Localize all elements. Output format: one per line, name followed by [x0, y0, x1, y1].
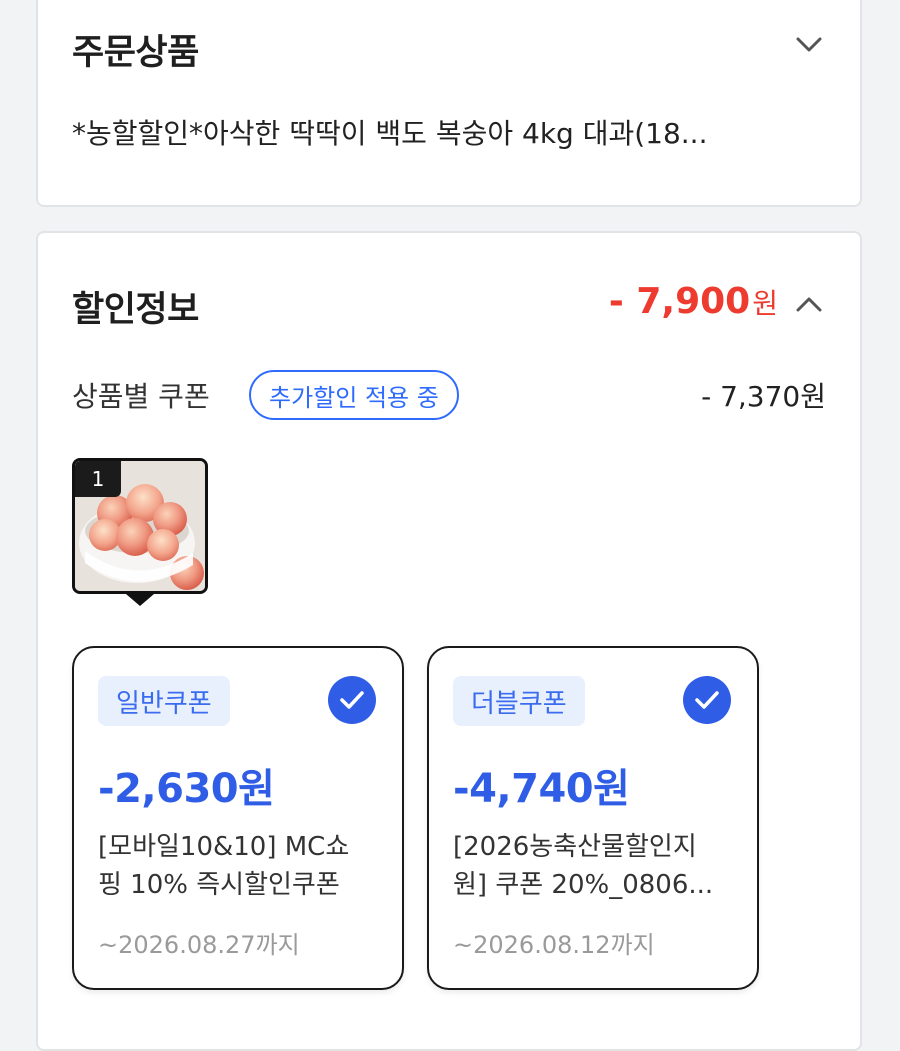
chevron-down-icon[interactable] — [792, 28, 826, 62]
chevron-up-icon[interactable] — [792, 287, 826, 321]
product-coupon-amount: - 7,370원 — [701, 380, 826, 413]
total-discount: - 7,900 원 — [609, 281, 778, 322]
coupon-description: [2026농축산물할인지 원] 쿠폰 20%_0806... — [453, 828, 737, 904]
coupon-card-general[interactable]: 일반쿠폰 -2,630원 [모바일10&10] MC쇼 핑 10% 즉시할인쿠폰… — [72, 646, 404, 990]
extra-discount-badge: 추가할인 적용 중 — [249, 370, 459, 420]
discount-info-section: 할인정보 - 7,900 원 상품별 쿠폰 추가할인 적용 중 - 7,370원 — [36, 231, 862, 1051]
coupon-type-label: 일반쿠폰 — [98, 676, 230, 726]
thumbnail-index: 1 — [75, 461, 121, 497]
product-coupon-label: 상품별 쿠폰 — [72, 380, 210, 413]
total-discount-unit: 원 — [752, 287, 778, 320]
check-circle-icon[interactable] — [683, 676, 731, 724]
coupon-description: [모바일10&10] MC쇼 핑 10% 즉시할인쿠폰 — [98, 828, 382, 904]
coupon-type-label: 더블쿠폰 — [453, 676, 585, 726]
coupon-desc-line1: [모바일10&10] MC쇼 — [98, 832, 350, 862]
coupon-desc-line2: 핑 10% 즉시할인쿠폰 — [98, 870, 340, 900]
coupon-desc-line1: [2026농축산물할인지 — [453, 832, 697, 862]
discount-section-title: 할인정보 — [72, 290, 199, 330]
thumbnail-pointer — [126, 594, 154, 606]
product-name: *농할할인*아삭한 딱딱이 백도 복숭아 4kg 대과(18... — [72, 117, 708, 150]
check-circle-icon[interactable] — [328, 676, 376, 724]
product-thumbnail[interactable]: 1 — [72, 458, 208, 594]
order-section-title: 주문상품 — [72, 33, 199, 73]
coupon-card-double[interactable]: 더블쿠폰 -4,740원 [2026농축산물할인지 원] 쿠폰 20%_0806… — [427, 646, 759, 990]
coupon-amount: -4,740원 — [453, 766, 630, 812]
order-product-section: 주문상품 *농할할인*아삭한 딱딱이 백도 복숭아 4kg 대과(18... — [36, 0, 862, 207]
coupon-amount: -2,630원 — [98, 766, 275, 812]
coupon-expiry: ~2026.08.27까지 — [98, 931, 300, 959]
coupon-desc-line2: 원] 쿠폰 20%_0806... — [453, 870, 714, 900]
total-discount-value: - 7,900 — [608, 281, 751, 322]
coupon-expiry: ~2026.08.12까지 — [453, 931, 655, 959]
